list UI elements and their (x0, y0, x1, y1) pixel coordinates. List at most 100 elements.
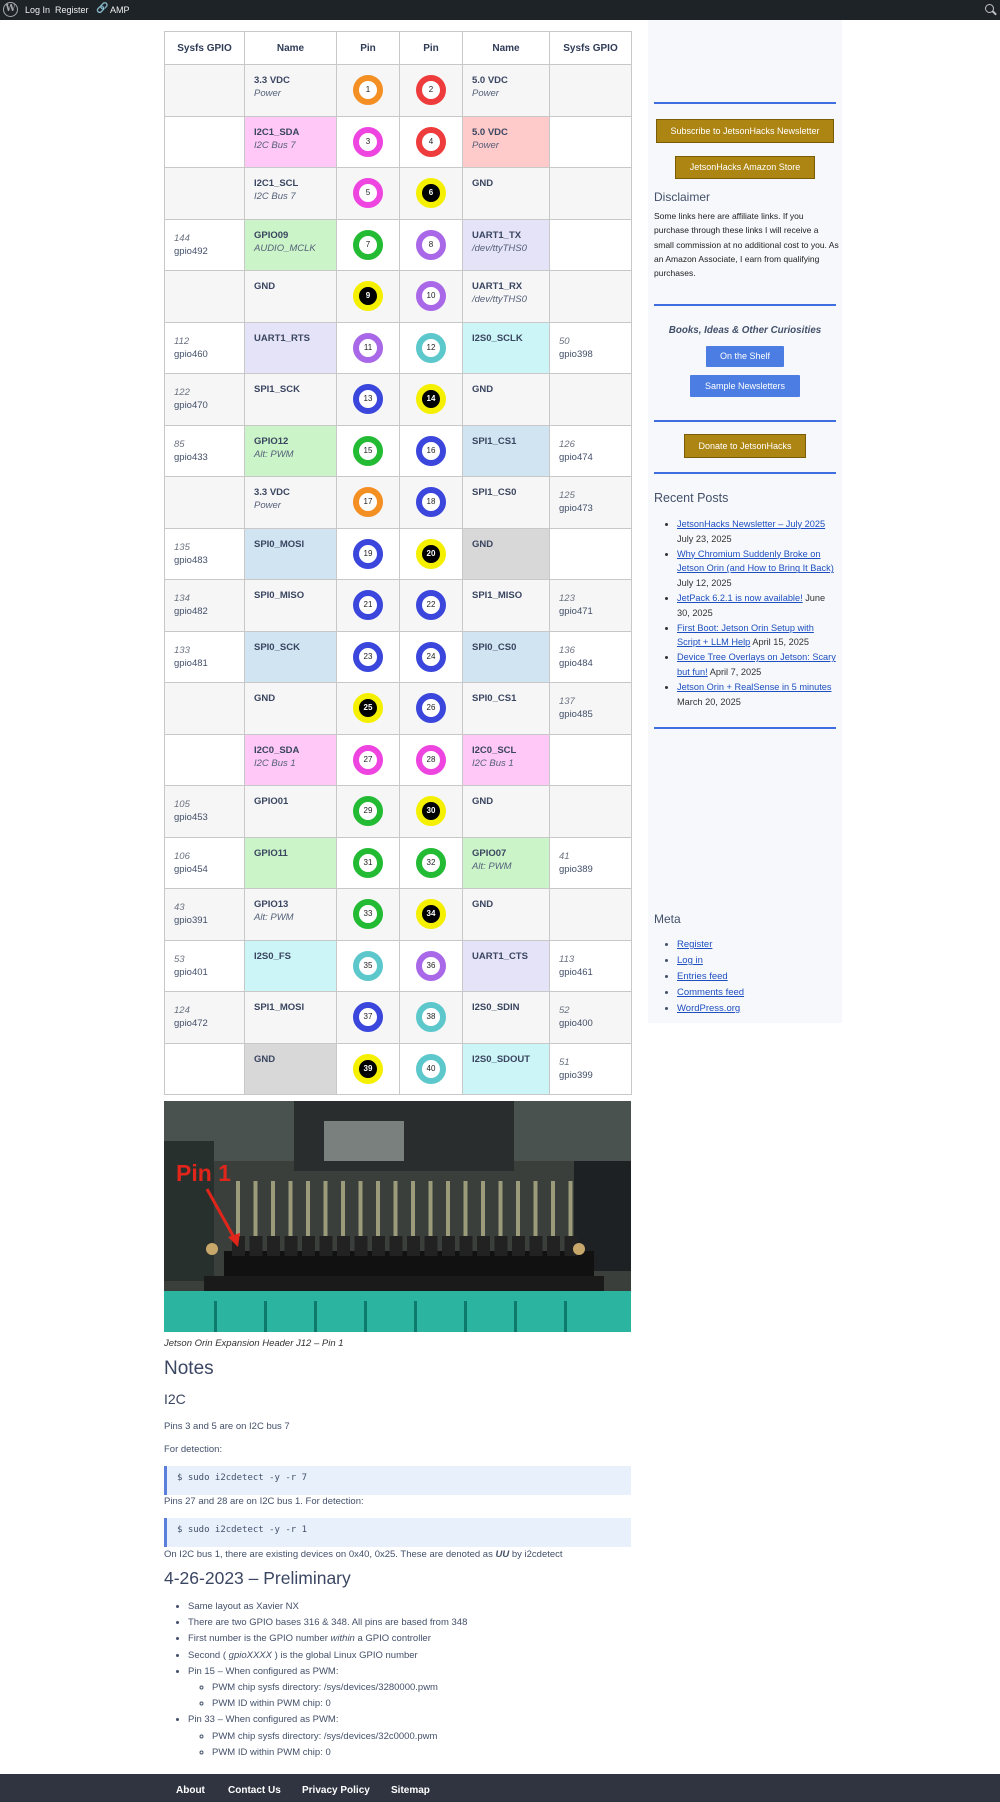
existing-devices-part: On I2C bus 1, there are existing devices… (164, 1549, 496, 1560)
pin-function: GND (472, 538, 494, 550)
books-heading: Books, Ideas & Other Curiosities (668, 325, 822, 336)
list-item: First Boot: Jetson Orin Setup with Scrip… (677, 621, 838, 651)
gpio-global-name: gpio482 (174, 606, 208, 617)
pin-left-cell: 3 (336, 115, 400, 168)
footer-about-link[interactable]: About (176, 1785, 205, 1796)
preliminary-heading: 4-26-2023 – Preliminary (164, 1568, 351, 1588)
post-link[interactable]: JetPack 6.2.1 is now available! (677, 593, 803, 603)
pin-right-cell: 34 (399, 888, 463, 941)
header-pin-housing (249, 1236, 263, 1256)
pin-number-badge: 4 (416, 126, 446, 157)
wordpress-logo-icon[interactable]: W (3, 2, 18, 17)
header-pin-housing (337, 1236, 350, 1256)
name-right-cell: GND (462, 888, 550, 941)
footer-privacy-link[interactable]: Privacy Policy (302, 1785, 370, 1796)
name-left-cell: GPIO13 Alt: PWM (244, 888, 337, 941)
meta-comments-feed-link[interactable]: Comments feed (677, 987, 744, 998)
amazon-store-button[interactable]: JetsonHacks Amazon Store (675, 156, 815, 179)
footer-contact-link[interactable]: Contact Us (228, 1785, 281, 1796)
meta-login-link[interactable]: Log in (677, 955, 703, 966)
pin-1-overlay-label: Pin 1 (176, 1160, 231, 1186)
pin-function: SPI1_CS0 (472, 487, 517, 498)
sysfs-right-cell: 52 gpio400 (549, 991, 632, 1044)
pin-left-cell: 31 (336, 836, 400, 889)
pin-number-badge: 11 (353, 332, 383, 363)
gpio-number: 125 (559, 490, 575, 501)
pin-right-cell: 6 (399, 167, 463, 220)
gpio-global-name: gpio470 (174, 400, 208, 411)
header-pin-housing (284, 1236, 298, 1256)
list-text: Pin 15 – When configured as PWM: (188, 1665, 339, 1677)
sysfs-left-cell: 144 gpio492 (164, 218, 245, 271)
pin-function: GPIO09 (254, 229, 289, 241)
pin-right-cell: 28 (399, 733, 463, 786)
code-block: $ sudo i2cdetect -y -r 1 (164, 1518, 631, 1547)
gpio-number: 113 (559, 953, 575, 965)
pin-number-badge: 14 (416, 384, 446, 415)
header-pin-housing (494, 1236, 508, 1256)
recent-posts-heading: Recent Posts (654, 491, 729, 505)
pin-function: GND (472, 178, 494, 189)
pin-function-detail: AUDIO_MCLK (254, 242, 316, 254)
on-the-shelf-button[interactable]: On the Shelf (706, 346, 784, 367)
i2c-bus7-text: Pins 3 and 5 are on I2C bus 7 (164, 1421, 290, 1432)
list-item: There are two GPIO bases 316 & 348. All … (188, 1615, 467, 1631)
pin-right-cell: 16 (399, 424, 463, 477)
pin-function: I2C0_SDA (254, 744, 300, 756)
gpio-number: 85 (174, 438, 185, 450)
pin-number-badge: 31 (353, 847, 383, 878)
gpio-global-name: gpio389 (559, 863, 593, 875)
meta-wordpress-link[interactable]: WordPress.org (677, 1003, 740, 1014)
pin-number-badge: 28 (416, 744, 446, 775)
table-row: 134 gpio482 SPI0_MISO 21 22 SPI1_MISO 123 gpio4… (164, 579, 632, 632)
name-left-cell: GND (244, 270, 337, 323)
meta-entries-feed-link[interactable]: Entries feed (677, 971, 728, 982)
post-link[interactable]: JetsonHacks Newsletter – July 2025 (677, 519, 825, 529)
pin-function: SPI1_CS1 (472, 435, 517, 447)
sysfs-right-cell (549, 733, 632, 786)
footer-sitemap-link[interactable]: Sitemap (391, 1785, 430, 1796)
sample-newsletters-button[interactable]: Sample Newsletters (690, 375, 800, 397)
header-pin-housing (302, 1236, 315, 1256)
list-item: Entries feed (677, 969, 827, 985)
gpio-global-name: gpio471 (559, 606, 593, 617)
pin-number-badge: 36 (416, 950, 446, 981)
list-item: PWM chip sysfs directory: /sys/devices/3… (212, 1729, 467, 1745)
pin-right-cell: 2 (399, 64, 463, 117)
name-right-cell: GND (462, 527, 550, 580)
pin-left-cell: 25 (336, 682, 400, 735)
table-row: I2C1_SDA I2C Bus 7 3 4 5.0 VDC Power (164, 115, 632, 168)
admin-register-link[interactable]: Register (55, 5, 89, 15)
gpio-global-name: gpio492 (174, 245, 208, 257)
pin-function-detail: I2C Bus 7 (254, 191, 296, 202)
list-item: PWM ID within PWM chip: 0 (212, 1745, 467, 1761)
meta-register-link[interactable]: Register (677, 939, 712, 950)
donate-button[interactable]: Donate to JetsonHacks (684, 434, 806, 458)
pin-number-badge: 12 (416, 332, 446, 363)
list-item: JetsonHacks Newsletter – July 2025 July … (677, 517, 838, 547)
admin-amp-link[interactable]: AMP (110, 5, 130, 15)
admin-bar: W Log In Register 🔗 AMP (0, 0, 1000, 20)
gpio-global-name: gpio474 (559, 451, 593, 463)
sysfs-right-cell: 125 gpio473 (549, 476, 632, 529)
pin-number-badge: 5 (353, 178, 383, 209)
sysfs-right-cell: 113 gpio461 (549, 939, 632, 992)
pin-left-cell: 13 (336, 373, 400, 426)
post-link[interactable]: Jetson Orin + RealSense in 5 minutes (677, 682, 831, 692)
pin-number-badge: 20 (416, 538, 446, 569)
pin-function: GPIO01 (254, 796, 289, 807)
header-pin-right: Pin (399, 31, 463, 65)
post-link[interactable]: Why Chromium Suddenly Broke on Jetson Or… (677, 549, 834, 574)
sysfs-left-cell (164, 476, 245, 529)
photo-caption: Jetson Orin Expansion Header J12 – Pin 1 (164, 1338, 344, 1349)
name-left-cell: I2S0_FS (244, 939, 337, 992)
disclaimer-text: Some links here are affiliate links. If … (654, 211, 839, 279)
name-right-cell: 5.0 VDC Power (462, 64, 550, 117)
pin-function: SPI0_MISO (254, 590, 305, 601)
name-right-cell: SPI0_CS0 (462, 630, 550, 683)
pin-right-cell: 32 (399, 836, 463, 889)
search-icon[interactable] (985, 4, 994, 13)
sysfs-right-cell: 126 gpio474 (549, 424, 632, 477)
admin-login-link[interactable]: Log In (25, 5, 50, 15)
subscribe-newsletter-button[interactable]: Subscribe to JetsonHacks Newsletter (656, 119, 834, 143)
